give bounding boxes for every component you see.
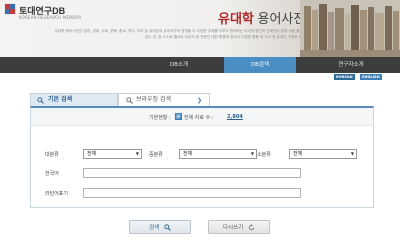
minor-category-select[interactable]: 전체 ▼ bbox=[289, 149, 357, 159]
search-icon bbox=[37, 97, 44, 104]
chevron-right-icon: ❯ bbox=[197, 97, 203, 104]
minor-category-value: 전체 bbox=[293, 151, 303, 157]
latin-term-input[interactable] bbox=[83, 188, 301, 198]
tab-browse-search[interactable]: 브라우징 검색 ❯ bbox=[118, 93, 210, 107]
lang-korean-button[interactable]: KOREAN bbox=[334, 74, 355, 80]
nav-item-db-search[interactable]: DB검색 bbox=[224, 57, 296, 73]
middle-category-label: 중분류 bbox=[149, 152, 163, 158]
major-category-value: 전체 bbox=[87, 151, 97, 157]
korean-term-input[interactable] bbox=[83, 168, 301, 178]
major-category-select[interactable]: 전체 ▼ bbox=[83, 149, 142, 159]
korean-term-label: 한국어 bbox=[45, 171, 59, 177]
middle-category-select[interactable]: 전체 ▼ bbox=[179, 149, 257, 159]
dictionary-title-accent: 유대학 bbox=[218, 11, 254, 26]
count-label: 기본현황 : bbox=[149, 115, 171, 121]
search-button[interactable]: 검색 bbox=[129, 220, 191, 234]
search-panel: 기본현황 : 전체 자료 수 : 2,804 대분류 전체 ▼ 중분류 전체 ▼… bbox=[30, 106, 374, 208]
search-icon bbox=[164, 224, 171, 231]
dropdown-arrow-icon: ▼ bbox=[135, 151, 139, 156]
nav-item-researchers[interactable]: 연구자소개 bbox=[316, 57, 386, 73]
logo-subtitle: KOREAN RESEARCH MEMORY bbox=[19, 15, 82, 20]
search-button-label: 검색 bbox=[149, 225, 160, 231]
refresh-icon bbox=[248, 224, 255, 231]
logo-icon bbox=[4, 3, 16, 15]
reset-button[interactable]: 다시쓰기 bbox=[208, 220, 270, 234]
major-category-label: 대분류 bbox=[45, 152, 59, 158]
document-icon bbox=[175, 113, 182, 120]
header-description: 유대학 용어사전은 정치, 경제, 사회, 문화, 종교, 역사, 지리 등 유… bbox=[54, 29, 304, 39]
total-count-link[interactable]: 2,804 bbox=[227, 114, 243, 120]
dictionary-title-rest: 용어사전 bbox=[253, 11, 306, 26]
record-count-row: 기본현황 : 전체 자료 수 : 2,804 bbox=[31, 108, 373, 126]
tab-basic-search-label: 기본 검색 bbox=[48, 96, 73, 103]
search-icon bbox=[126, 97, 133, 104]
tab-browse-search-label: 브라우징 검색 bbox=[136, 96, 172, 103]
latin-term-label: 라틴어표기 bbox=[45, 191, 69, 197]
bookshelf-image bbox=[300, 0, 400, 57]
nav-item-db-intro[interactable]: DB소개 bbox=[148, 57, 210, 73]
dropdown-arrow-icon: ▼ bbox=[250, 151, 254, 156]
dropdown-arrow-icon: ▼ bbox=[350, 151, 354, 156]
count-text: 전체 자료 수 : bbox=[184, 115, 214, 121]
minor-category-label: 소분류 bbox=[257, 152, 271, 158]
reset-button-label: 다시쓰기 bbox=[223, 225, 244, 231]
middle-category-value: 전체 bbox=[183, 151, 193, 157]
tab-basic-search[interactable]: 기본 검색 bbox=[30, 93, 118, 107]
lang-english-button[interactable]: ENGLISH bbox=[360, 74, 382, 80]
main-nav: DB소개 DB검색 연구자소개 bbox=[0, 57, 400, 73]
site-header: 토대연구DB KOREAN RESEARCH MEMORY 유대학 용어사전 유… bbox=[0, 0, 400, 57]
dictionary-title: 유대학 용어사전 bbox=[218, 8, 305, 27]
